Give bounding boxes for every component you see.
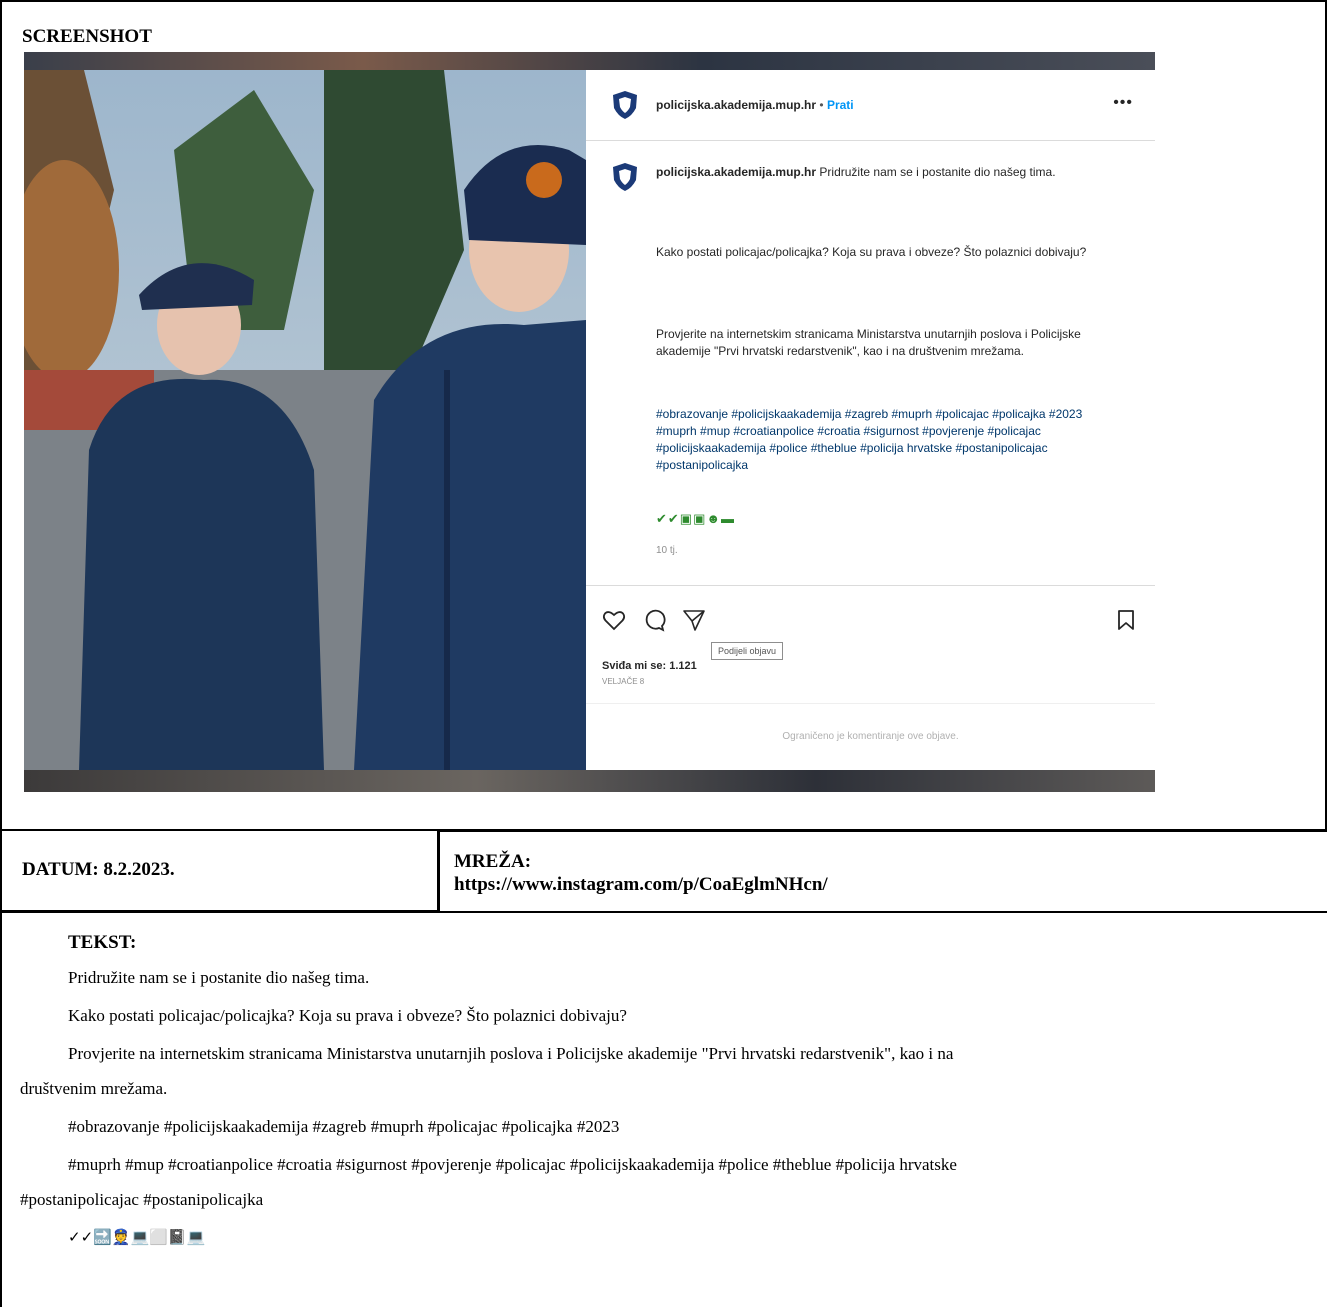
account-avatar-icon[interactable] (612, 90, 638, 120)
text-cell: TEKST: Pridružite nam se i postanite dio… (0, 912, 1327, 1307)
caption-question: Kako postati policajac/policajka? Koja s… (656, 245, 1087, 259)
text-hashtags-2-cont: #postanipolicajac #postanipolicajka (20, 1190, 264, 1209)
actions-divider (586, 585, 1155, 586)
date-label: DATUM: 8.2.2023. (22, 859, 175, 880)
caption-info: Provjerite na internetskim stranicama Mi… (656, 327, 1081, 358)
share-tooltip: Podijeli objavu (711, 642, 784, 660)
text-paragraph-2: Kako postati policajac/policajka? Koja s… (68, 1006, 627, 1025)
text-emoji-row: ✓✓🔜👮💻⬜📓💻 (68, 1228, 206, 1246)
caption-lead: policijska.akademija.mup.hr Pridružite n… (656, 164, 1106, 181)
header-separator: • (819, 98, 824, 112)
caption-emoji-row: ✔✔▣▣☻▬ (656, 511, 736, 526)
network-block: MREŽA: https://www.instagram.com/p/CoaEg… (454, 850, 828, 896)
screenshot-label: SCREENSHOT (22, 26, 152, 47)
likes-count[interactable]: Sviđa mi se: 1.121 (602, 660, 697, 672)
photo-top-strip (24, 52, 1155, 70)
follow-button[interactable]: Prati (827, 98, 854, 112)
post-date: VELJAČE 8 (602, 677, 645, 686)
caption-lead-text: Pridružite nam se i postanite dio našeg … (819, 165, 1056, 179)
caption-account-link[interactable]: policijska.akademija.mup.hr (656, 165, 816, 179)
network-label: MREŽA: (454, 851, 532, 872)
text-paragraph-1: Pridružite nam se i postanite dio našeg … (68, 968, 370, 987)
text-paragraph-3-cont: društvenim mrežama. (20, 1079, 168, 1098)
post-photo (24, 70, 586, 770)
photo-bottom-strip (24, 770, 1155, 792)
like-heart-icon[interactable] (602, 608, 626, 632)
network-cell: MREŽA: https://www.instagram.com/p/CoaEg… (440, 829, 1327, 913)
comment-bubble-icon[interactable] (642, 608, 666, 632)
share-send-icon[interactable] (682, 608, 706, 632)
date-cell: DATUM: 8.2.2023. (0, 829, 440, 913)
caption-avatar-icon[interactable] (612, 162, 638, 192)
comments-divider (586, 703, 1155, 704)
text-hashtags-1: #obrazovanje #policijskaakademija #zagre… (68, 1117, 620, 1136)
network-url-link[interactable]: https://www.instagram.com/p/CoaEglmNHcn/ (454, 873, 828, 896)
more-options-icon[interactable]: ••• (1113, 94, 1133, 112)
comments-limited-notice: Ograničeno je komentiranje ove objave. (782, 731, 959, 742)
instagram-screenshot: policijska.akademija.mup.hr • Prati ••• … (24, 52, 1155, 792)
text-paragraph-3: Provjerite na internetskim stranicama Mi… (68, 1044, 954, 1063)
caption-hashtags[interactable]: #obrazovanje #policijskaakademija #zagre… (656, 406, 1106, 474)
post-header: policijska.akademija.mup.hr • Prati (656, 98, 854, 112)
text-label: TEKST: (68, 932, 137, 953)
text-hashtags-2: #muprh #mup #croatianpolice #croatia #si… (68, 1155, 957, 1174)
screenshot-cell: SCREENSHOT policijska.akademija.mup.hr •… (0, 0, 1327, 829)
post-age[interactable]: 10 tj. (656, 545, 678, 556)
header-divider (586, 140, 1155, 141)
save-bookmark-icon[interactable] (1114, 608, 1138, 632)
post-panel: policijska.akademija.mup.hr • Prati ••• … (586, 70, 1155, 770)
account-name-link[interactable]: policijska.akademija.mup.hr (656, 98, 816, 112)
post-photo-art (24, 70, 586, 770)
